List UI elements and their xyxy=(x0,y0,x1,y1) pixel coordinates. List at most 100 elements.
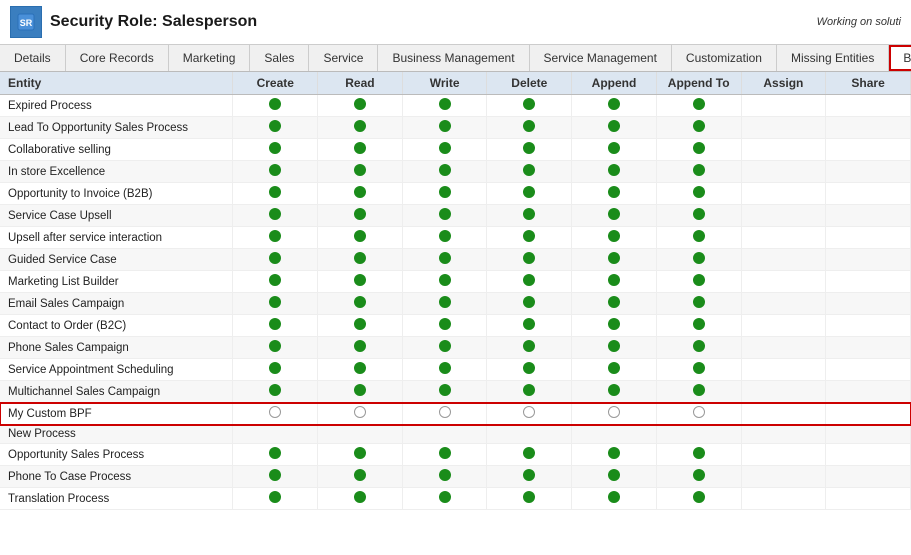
permission-cell[interactable] xyxy=(656,444,741,466)
permission-cell[interactable] xyxy=(741,205,826,227)
permission-cell[interactable] xyxy=(233,227,318,249)
permission-cell[interactable] xyxy=(826,117,911,139)
permission-cell[interactable] xyxy=(233,403,318,425)
permission-cell[interactable] xyxy=(572,271,657,293)
permission-cell[interactable] xyxy=(233,488,318,510)
permission-cell[interactable] xyxy=(487,403,572,425)
permission-cell[interactable] xyxy=(233,161,318,183)
tab-service-management[interactable]: Service Management xyxy=(530,45,672,71)
permission-cell[interactable] xyxy=(487,271,572,293)
permission-cell[interactable] xyxy=(656,488,741,510)
tab-details[interactable]: Details xyxy=(0,45,66,71)
permission-cell[interactable] xyxy=(233,466,318,488)
permission-cell[interactable] xyxy=(656,425,741,444)
table-row[interactable]: In store Excellence xyxy=(0,161,911,183)
permission-cell[interactable] xyxy=(318,359,403,381)
permission-cell[interactable] xyxy=(826,425,911,444)
permission-cell[interactable] xyxy=(572,488,657,510)
permission-cell[interactable] xyxy=(402,444,487,466)
permission-cell[interactable] xyxy=(487,488,572,510)
permission-cell[interactable] xyxy=(233,183,318,205)
permission-cell[interactable] xyxy=(318,315,403,337)
permission-cell[interactable] xyxy=(572,315,657,337)
permission-cell[interactable] xyxy=(741,425,826,444)
permission-cell[interactable] xyxy=(656,337,741,359)
table-row[interactable]: Marketing List Builder xyxy=(0,271,911,293)
table-row[interactable]: Phone Sales Campaign xyxy=(0,337,911,359)
permission-cell[interactable] xyxy=(233,381,318,403)
permission-cell[interactable] xyxy=(233,425,318,444)
table-row[interactable]: Service Appointment Scheduling xyxy=(0,359,911,381)
permission-cell[interactable] xyxy=(572,359,657,381)
permission-cell[interactable] xyxy=(487,139,572,161)
table-row[interactable]: My Custom BPF xyxy=(0,403,911,425)
permission-cell[interactable] xyxy=(233,95,318,117)
permission-cell[interactable] xyxy=(572,249,657,271)
permission-cell[interactable] xyxy=(572,425,657,444)
permission-cell[interactable] xyxy=(656,271,741,293)
permission-cell[interactable] xyxy=(741,315,826,337)
permission-cell[interactable] xyxy=(402,249,487,271)
permission-cell[interactable] xyxy=(656,293,741,315)
permission-cell[interactable] xyxy=(826,139,911,161)
permission-cell[interactable] xyxy=(487,227,572,249)
permission-cell[interactable] xyxy=(656,381,741,403)
permission-cell[interactable] xyxy=(656,359,741,381)
permission-cell[interactable] xyxy=(572,205,657,227)
tab-business-management[interactable]: Business Management xyxy=(378,45,529,71)
permission-cell[interactable] xyxy=(741,161,826,183)
permission-cell[interactable] xyxy=(233,117,318,139)
permission-cell[interactable] xyxy=(402,183,487,205)
permission-cell[interactable] xyxy=(572,139,657,161)
permission-cell[interactable] xyxy=(826,249,911,271)
permission-cell[interactable] xyxy=(656,161,741,183)
permission-cell[interactable] xyxy=(402,117,487,139)
permission-cell[interactable] xyxy=(318,381,403,403)
tab-service[interactable]: Service xyxy=(309,45,378,71)
permission-cell[interactable] xyxy=(656,403,741,425)
permission-cell[interactable] xyxy=(656,139,741,161)
permission-cell[interactable] xyxy=(402,488,487,510)
permission-cell[interactable] xyxy=(318,117,403,139)
permission-cell[interactable] xyxy=(233,337,318,359)
table-row[interactable]: Guided Service Case xyxy=(0,249,911,271)
permission-cell[interactable] xyxy=(402,205,487,227)
permission-cell[interactable] xyxy=(318,403,403,425)
permission-cell[interactable] xyxy=(318,161,403,183)
permission-cell[interactable] xyxy=(233,205,318,227)
permission-cell[interactable] xyxy=(826,466,911,488)
permission-cell[interactable] xyxy=(487,425,572,444)
permission-cell[interactable] xyxy=(656,315,741,337)
table-row[interactable]: Upsell after service interaction xyxy=(0,227,911,249)
permission-cell[interactable] xyxy=(402,359,487,381)
permission-cell[interactable] xyxy=(318,205,403,227)
permission-cell[interactable] xyxy=(487,337,572,359)
permission-cell[interactable] xyxy=(656,205,741,227)
permission-cell[interactable] xyxy=(826,403,911,425)
permission-cell[interactable] xyxy=(402,95,487,117)
permission-cell[interactable] xyxy=(826,205,911,227)
permission-cell[interactable] xyxy=(402,271,487,293)
permission-cell[interactable] xyxy=(402,425,487,444)
permission-cell[interactable] xyxy=(487,95,572,117)
tab-marketing[interactable]: Marketing xyxy=(169,45,251,71)
permission-cell[interactable] xyxy=(318,95,403,117)
permission-cell[interactable] xyxy=(318,249,403,271)
permission-cell[interactable] xyxy=(233,139,318,161)
permission-cell[interactable] xyxy=(402,227,487,249)
permission-cell[interactable] xyxy=(826,444,911,466)
permission-cell[interactable] xyxy=(572,403,657,425)
permission-cell[interactable] xyxy=(318,425,403,444)
permission-cell[interactable] xyxy=(487,117,572,139)
permission-cell[interactable] xyxy=(741,381,826,403)
permission-cell[interactable] xyxy=(487,444,572,466)
table-row[interactable]: Opportunity to Invoice (B2B) xyxy=(0,183,911,205)
table-row[interactable]: Translation Process xyxy=(0,488,911,510)
permission-cell[interactable] xyxy=(741,359,826,381)
permission-cell[interactable] xyxy=(656,95,741,117)
permission-cell[interactable] xyxy=(402,403,487,425)
permission-cell[interactable] xyxy=(318,139,403,161)
permission-cell[interactable] xyxy=(402,466,487,488)
permission-cell[interactable] xyxy=(741,466,826,488)
permission-cell[interactable] xyxy=(572,466,657,488)
